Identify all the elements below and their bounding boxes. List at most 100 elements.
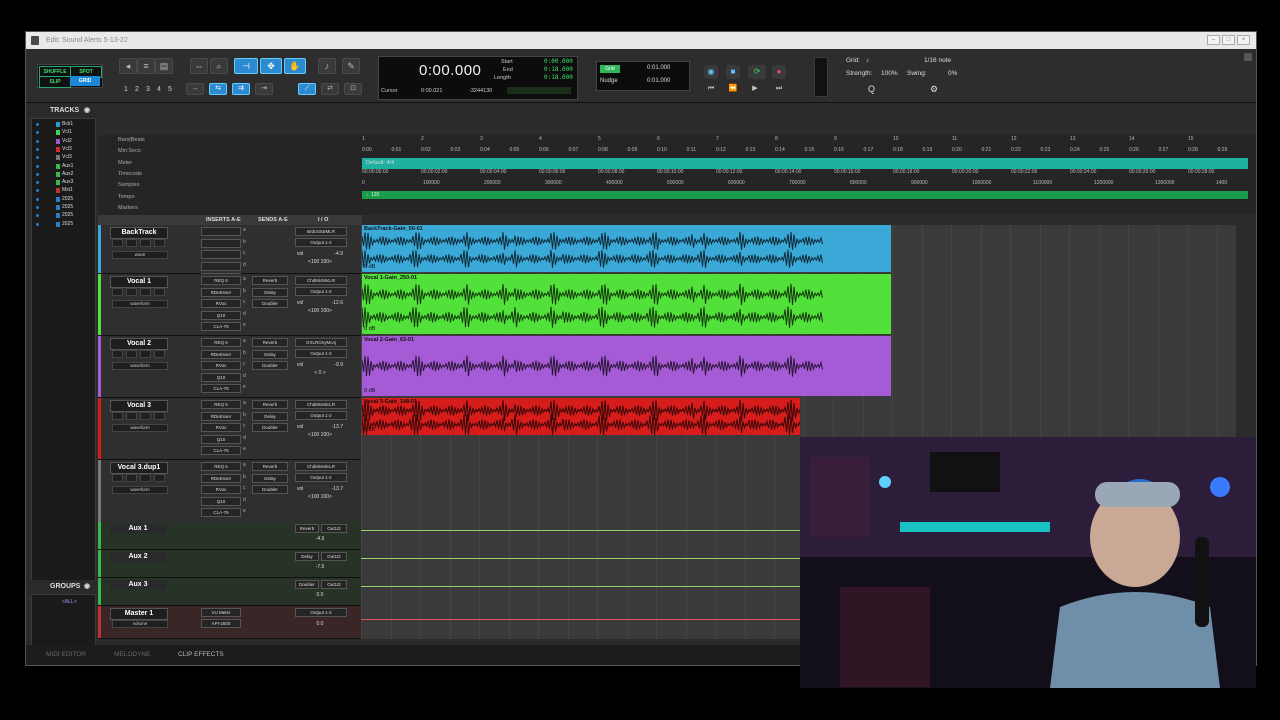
input-monitor-icon[interactable] (126, 239, 137, 247)
tab-clip-effects[interactable]: CLIP EFFECTS (178, 645, 224, 665)
swing-value[interactable]: 0% (948, 70, 957, 77)
insert-slot[interactable]: RDeEsser (201, 287, 241, 297)
insertion-follows-icon[interactable]: ⇥ (255, 83, 273, 95)
tracks-list-item[interactable]: 2025 (34, 212, 92, 219)
tracks-panel-header[interactable]: TRACKS ◉ (26, 103, 96, 118)
solo-icon[interactable] (140, 474, 151, 482)
track-view-selector[interactable]: waveform (112, 362, 168, 370)
insert-slot[interactable]: API-2500 (201, 619, 241, 628)
insert-slot[interactable]: RDeEsser (201, 411, 241, 421)
insert-slot[interactable]: REQ 6 (201, 400, 241, 409)
send-slot[interactable]: Delay (252, 411, 288, 421)
insert-slot[interactable]: REQ 6 (201, 276, 241, 285)
output-selector[interactable]: Output 1-2 (295, 287, 347, 296)
clip-gain[interactable]: 0 dB (364, 427, 375, 433)
input-selector[interactable]: GXLROnyMcnj (295, 338, 347, 347)
tab-to-transient-icon[interactable]: → (186, 83, 204, 95)
tracks-list-item[interactable]: Vcl3 (34, 154, 92, 161)
volume-value[interactable]: -4.9 (297, 536, 343, 542)
ruler-label[interactable]: Markers (118, 205, 138, 211)
pan-value[interactable]: <100 100> (297, 432, 343, 438)
send-slot[interactable]: Delay (252, 287, 288, 297)
grid-badge[interactable]: Grid (600, 65, 620, 73)
tracks-menu-icon[interactable]: ◉ (84, 103, 90, 118)
online-icon[interactable]: ◉ (704, 65, 718, 79)
track-name[interactable]: BackTrack (110, 227, 168, 239)
samples-ruler[interactable]: 0 100000 200000 300000 400000 500000 600000 700… (362, 180, 1248, 190)
solo-icon[interactable] (140, 288, 151, 296)
mute-icon[interactable] (154, 288, 165, 296)
quantize-grid-value[interactable]: 1/16 note (924, 57, 951, 64)
solo-icon[interactable] (140, 239, 151, 247)
show-hide-dot-icon[interactable] (36, 147, 39, 151)
tracks-list-item[interactable]: Mst1 (34, 187, 92, 194)
show-hide-dot-icon[interactable] (36, 189, 39, 193)
tab-midi-editor[interactable]: MIDI EDITOR (46, 645, 86, 665)
send-slot[interactable]: Delay (252, 473, 288, 483)
show-hide-dot-icon[interactable] (36, 222, 39, 226)
toolbar-menu-icon[interactable] (1244, 53, 1252, 61)
send-slot[interactable]: Reverb (252, 276, 288, 285)
play-icon[interactable]: ▶ (748, 84, 762, 94)
pan-value[interactable]: <100 100> (297, 494, 343, 500)
tracks-list-item[interactable]: Aux3 (34, 179, 92, 186)
ruler-label[interactable]: Min:Secs (118, 148, 141, 154)
mute-icon[interactable] (154, 474, 165, 482)
trim-tool-icon[interactable]: ⊣ (234, 58, 258, 74)
solo-icon[interactable] (140, 412, 151, 420)
zoom-range-icon[interactable]: ⇔ (190, 58, 208, 74)
track-name[interactable]: Aux 2 (110, 552, 166, 562)
send-slot[interactable]: Reverb (252, 462, 288, 471)
insert-slot[interactable]: Q10 (201, 310, 241, 320)
insert-slot[interactable]: REQ 6 (201, 462, 241, 471)
loop-icon[interactable]: ⟳ (748, 65, 766, 79)
tempo-ruler[interactable]: ♩120 (362, 191, 1248, 199)
close-button[interactable]: × (1237, 35, 1250, 45)
tracks-list-item[interactable]: 2025 (34, 204, 92, 211)
track-view-selector[interactable]: waveform (112, 486, 168, 494)
tab-melodyne[interactable]: MELODYNE (114, 645, 150, 665)
group-item-all[interactable]: <ALL> (62, 599, 77, 605)
insert-slot[interactable]: RVox (201, 299, 241, 308)
record-enable-icon[interactable] (112, 239, 123, 247)
tracks-list-item[interactable]: Aux2 (34, 171, 92, 178)
track-view-selector[interactable]: waveform (112, 424, 168, 432)
grabber-tool-icon[interactable]: ✋ (284, 58, 306, 74)
solo-icon[interactable] (140, 350, 151, 358)
zoom-vertical-icon[interactable]: ≡ (137, 58, 155, 74)
input-selector[interactable]: ChdMicMicLR (295, 400, 347, 409)
minimize-button[interactable]: – (1207, 35, 1220, 45)
pan-value[interactable]: <100 100> (297, 259, 343, 265)
insert-slot[interactable] (201, 238, 241, 248)
insert-slot[interactable]: CLA-76 (201, 508, 241, 517)
inserts-header[interactable]: INSERTS A-E (206, 215, 241, 225)
zoom-out-icon[interactable]: ◂ (119, 58, 137, 74)
send-slot[interactable]: Doubler (252, 361, 288, 370)
send-slot[interactable]: Delay (252, 349, 288, 359)
show-hide-dot-icon[interactable] (36, 131, 39, 135)
tracks-list-item[interactable]: Bck1 (34, 121, 92, 128)
meter-ruler[interactable]: Default: 4/4 (362, 158, 1248, 169)
insert-slot[interactable]: RVox (201, 485, 241, 494)
track-name[interactable]: Aux 3 (110, 580, 166, 590)
end-value[interactable]: 0:18.000 (544, 66, 573, 73)
tracks-list-item[interactable]: Vcl1 (34, 129, 92, 136)
sends-header[interactable]: SENDS A-E (258, 215, 288, 225)
mute-icon[interactable] (154, 412, 165, 420)
track-name[interactable]: Vocal 3 (110, 400, 168, 412)
zoom-preset-2[interactable]: 2 (133, 85, 141, 94)
scrubber-tool-icon[interactable]: ♪ (318, 58, 336, 74)
track-name[interactable]: Vocal 3.dup1 (110, 462, 168, 474)
volume-value[interactable]: -13.7 (297, 424, 343, 430)
show-hide-dot-icon[interactable] (36, 181, 39, 185)
output-selector[interactable]: Output 1-2 (295, 473, 347, 482)
send-slot[interactable]: Doubler (252, 299, 288, 308)
input-selector[interactable]: ChdMicMicLR (295, 276, 347, 285)
zoom-horizontal-icon[interactable]: ▤ (155, 58, 173, 74)
audio-clip[interactable]: Vocal 2-Gain_63-01 0 dB (362, 336, 891, 396)
insert-slot[interactable]: REQ 6 (201, 338, 241, 347)
timecode-ruler[interactable]: 00:00:00:00 00:00:02:00 00:00:04:00 00:00:0… (362, 169, 1248, 179)
nudge-value[interactable]: 0:01.000 (647, 78, 670, 84)
grid-value[interactable]: 0:01.000 (647, 65, 670, 71)
send-slot[interactable]: Reverb (252, 338, 288, 347)
